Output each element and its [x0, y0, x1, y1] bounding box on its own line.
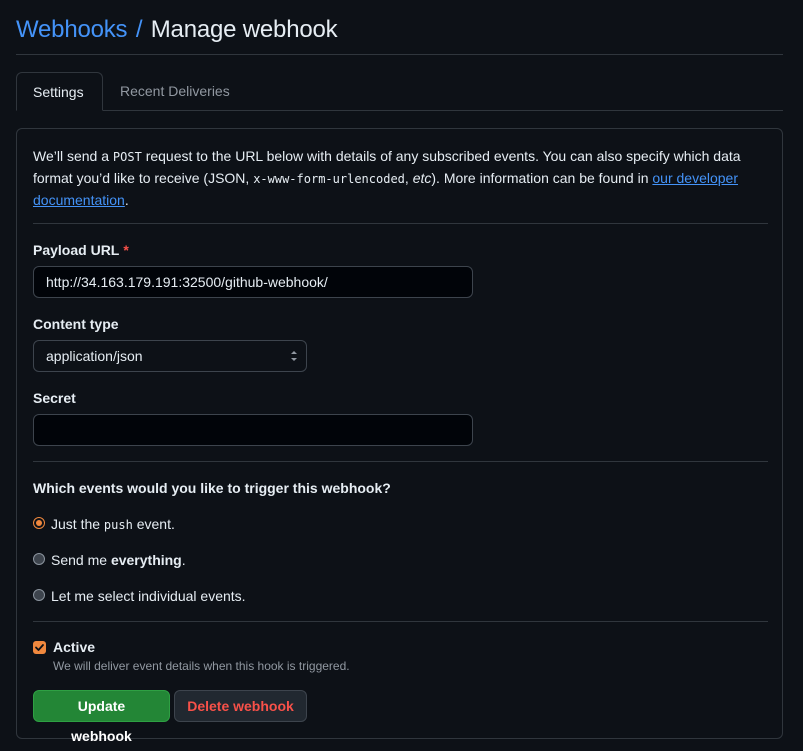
section-divider [33, 223, 768, 224]
content-type-label: Content type [33, 316, 119, 332]
active-label: Active [53, 639, 96, 655]
active-checkbox[interactable] [33, 641, 46, 654]
section-divider [33, 621, 768, 622]
select-arrows-icon [291, 351, 297, 361]
breadcrumb-current: Manage webhook [150, 16, 338, 43]
secret-label: Secret [33, 390, 76, 406]
header-divider [16, 54, 783, 55]
update-webhook-button[interactable]: Update webhook [33, 690, 170, 744]
section-divider [33, 461, 768, 462]
checkmark-icon [35, 644, 44, 651]
radio-button[interactable] [33, 553, 45, 566]
event-option-individual[interactable]: Let me select individual events. [33, 587, 246, 605]
delete-webhook-button[interactable]: Delete webhook [174, 690, 307, 722]
intro-text: We’ll send a POST request to the URL bel… [33, 146, 768, 211]
radio-button[interactable] [33, 517, 45, 530]
webhook-settings-form: We’ll send a POST request to the URL bel… [16, 128, 783, 744]
option-text: event. [132, 516, 175, 532]
option-text-bold: everything [110, 552, 182, 568]
secret-input[interactable] [33, 414, 473, 446]
option-text: . [181, 552, 186, 568]
content-type-value: application/json [46, 348, 143, 364]
active-note: We will deliver event details when this … [53, 659, 350, 673]
intro-text-part: ). More information can be found in [431, 170, 653, 186]
event-option-everything[interactable]: Send me everything. [33, 551, 186, 569]
intro-etc: etc [412, 170, 432, 186]
tab-recent-deliveries[interactable]: Recent Deliveries [104, 72, 246, 111]
events-question: Which events would you like to trigger t… [33, 480, 391, 496]
event-option-push[interactable]: Just the push event. [33, 515, 175, 534]
radio-button[interactable] [33, 589, 45, 602]
intro-text-part: We’ll send a [33, 148, 113, 164]
push-code: push [103, 518, 133, 532]
breadcrumb-separator: / [135, 16, 143, 43]
tab-settings[interactable]: Settings [16, 72, 103, 111]
option-text: Send me [51, 552, 111, 568]
payload-url-input[interactable] [33, 266, 473, 298]
payload-url-label: Payload URL * [33, 242, 129, 258]
option-text: Let me select individual events. [51, 588, 246, 604]
intro-text-part: . [124, 192, 129, 208]
content-type-select[interactable]: application/json [33, 340, 307, 372]
tab-bar: Settings Recent Deliveries [16, 72, 783, 111]
intro-text-part: , [404, 170, 413, 186]
required-mark: * [123, 242, 129, 258]
payload-url-label-text: Payload URL [33, 242, 120, 258]
post-code: POST [112, 150, 142, 164]
format-code: x-www-form-urlencoded [253, 172, 405, 186]
page-title: Webhooks / Manage webhook [16, 14, 338, 46]
option-text: Just the [51, 516, 104, 532]
breadcrumb-webhooks-link[interactable]: Webhooks [16, 16, 128, 43]
